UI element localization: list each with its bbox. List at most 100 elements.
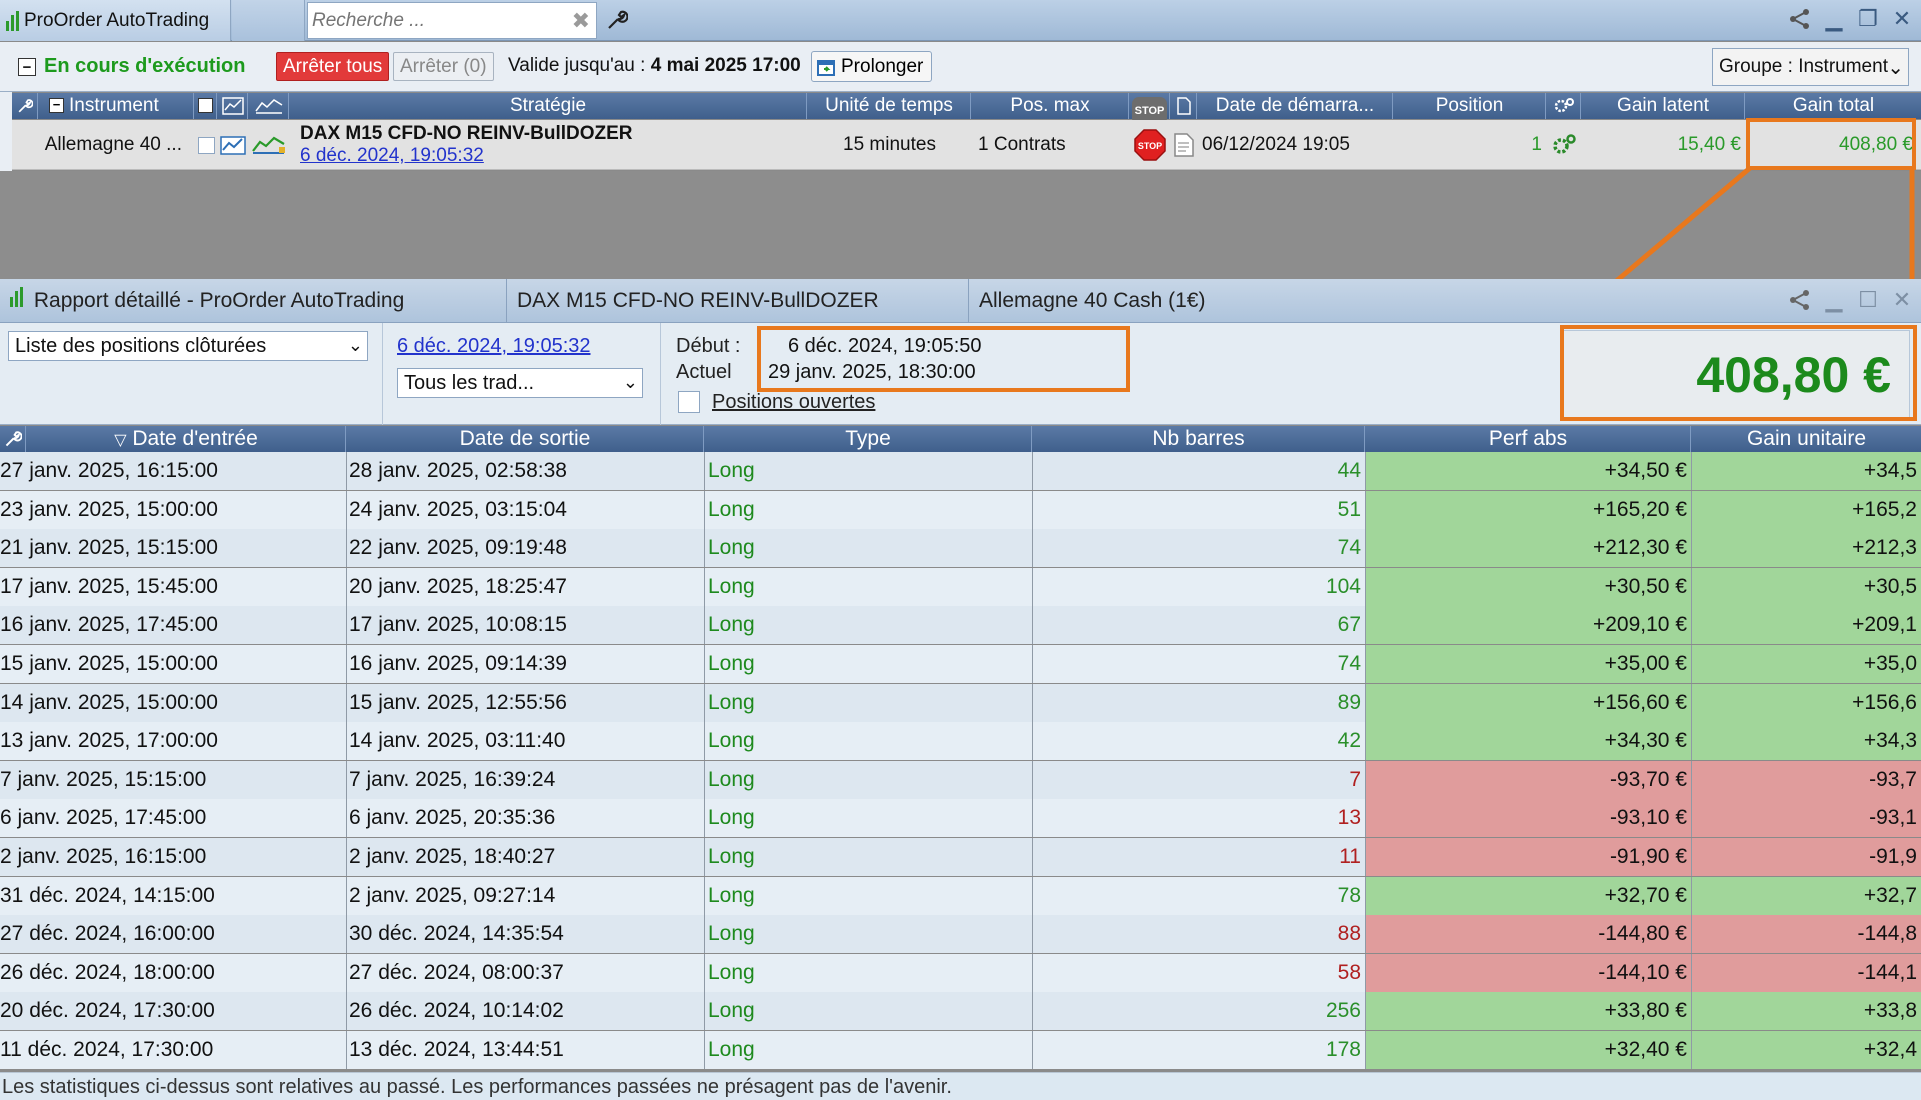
cell-bars: 74: [1337, 652, 1361, 675]
table-row[interactable]: 27 janv. 2025, 16:15:00 28 janv. 2025, 02…: [0, 452, 1921, 490]
table-row[interactable]: 16 janv. 2025, 17:45:00 17 janv. 2025, 10…: [0, 606, 1921, 645]
header-unit-gain[interactable]: Gain unitaire: [1692, 426, 1921, 452]
report-tab-title[interactable]: Rapport détaillé - ProOrder AutoTrading: [0, 279, 507, 323]
cell-type: Long: [708, 536, 755, 560]
range-labels: Début : Actuel: [676, 333, 740, 385]
table-row[interactable]: 31 déc. 2024, 14:15:00 2 janv. 2025, 09:2…: [0, 876, 1921, 915]
cell-exit-date: 24 janv. 2025, 03:15:04: [349, 497, 567, 521]
trades-select[interactable]: Tous les trad... ⌄: [397, 368, 643, 398]
cell-entry-date: 6 janv. 2025, 17:45:00: [0, 806, 207, 830]
cell-type: Long: [708, 960, 755, 984]
column-divider: [346, 915, 347, 954]
cell-unit-gain: +34,3: [1692, 722, 1921, 761]
highlight-box-row-total: [1746, 118, 1916, 170]
cell-exit-date: 2 janv. 2025, 18:40:27: [349, 845, 556, 868]
header-perf-abs[interactable]: Perf abs: [1366, 426, 1691, 452]
column-divider: [1365, 567, 1366, 606]
cell-type: Long: [708, 652, 755, 675]
open-positions-label[interactable]: Positions ouvertes: [712, 391, 875, 414]
table-row[interactable]: 21 janv. 2025, 15:15:00 22 janv. 2025, 09…: [0, 529, 1921, 568]
cell-exit-date: 27 déc. 2024, 08:00:37: [349, 960, 564, 984]
toolbar-divider: [382, 323, 383, 425]
cell-entry-date: 7 janv. 2025, 15:15:00: [0, 767, 207, 791]
column-divider: [1032, 799, 1033, 838]
current-label: Actuel: [676, 361, 732, 383]
column-divider: [1032, 838, 1033, 876]
table-row[interactable]: 20 déc. 2024, 17:30:00 26 déc. 2024, 10:1…: [0, 992, 1921, 1031]
cell-bars: 67: [1337, 613, 1361, 637]
cell-perf-abs: -93,70 €: [1366, 760, 1691, 799]
highlight-box-total: [1560, 325, 1917, 421]
open-positions-checkbox[interactable]: [678, 391, 700, 413]
report-maximize-icon[interactable]: ☐: [1855, 285, 1881, 315]
column-divider: [1691, 722, 1692, 761]
table-row[interactable]: 11 déc. 2024, 17:30:00 13 déc. 2024, 13:4…: [0, 1031, 1921, 1069]
cell-entry-date: 27 déc. 2024, 16:00:00: [0, 922, 215, 946]
positions-list-select[interactable]: Liste des positions clôturées ⌄: [8, 331, 368, 361]
cell-exit-date: 30 déc. 2024, 14:35:54: [349, 922, 564, 946]
table-row[interactable]: 13 janv. 2025, 17:00:00 14 janv. 2025, 03…: [0, 722, 1921, 761]
cell-unit-gain: +32,4: [1692, 1031, 1921, 1069]
column-divider: [704, 606, 705, 645]
column-divider: [1365, 1031, 1366, 1069]
report-logo-icon: [10, 287, 23, 307]
table-row[interactable]: 27 déc. 2024, 16:00:00 30 déc. 2024, 14:3…: [0, 915, 1921, 954]
toolbar-divider: [660, 323, 661, 425]
table-row[interactable]: 26 déc. 2024, 18:00:00 27 déc. 2024, 08:0…: [0, 953, 1921, 992]
table-row[interactable]: 17 janv. 2025, 15:45:00 20 janv. 2025, 18…: [0, 567, 1921, 606]
column-divider: [1032, 490, 1033, 529]
cell-bars: 104: [1325, 574, 1361, 598]
header-entry-date-label: Date d'entrée: [132, 427, 258, 450]
column-divider: [1691, 760, 1692, 799]
column-divider: [1691, 645, 1692, 683]
header-type[interactable]: Type: [705, 426, 1032, 452]
column-divider: [704, 490, 705, 529]
report-share-icon[interactable]: [1787, 285, 1813, 315]
column-divider: [346, 760, 347, 799]
cell-type: Long: [708, 922, 755, 946]
table-row[interactable]: 6 janv. 2025, 17:45:00 6 janv. 2025, 20:3…: [0, 799, 1921, 838]
table-row[interactable]: 14 janv. 2025, 15:00:00 15 janv. 2025, 12…: [0, 683, 1921, 722]
cell-exit-date: 28 janv. 2025, 02:58:38: [349, 459, 567, 482]
column-divider: [346, 953, 347, 992]
cell-perf-abs: +34,30 €: [1366, 722, 1691, 761]
header-entry-date[interactable]: ▽ Date d'entrée: [27, 426, 346, 452]
column-divider: [346, 683, 347, 722]
header-exit-date[interactable]: Date de sortie: [347, 426, 704, 452]
header-bars[interactable]: Nb barres: [1033, 426, 1365, 452]
cell-bars: 58: [1337, 960, 1361, 984]
column-divider: [1691, 683, 1692, 722]
report-minimize-icon[interactable]: ▁: [1821, 285, 1847, 315]
column-divider: [1691, 992, 1692, 1031]
cell-unit-gain: +35,0: [1692, 645, 1921, 683]
cell-type: Long: [708, 845, 755, 868]
cell-perf-abs: -93,10 €: [1366, 799, 1691, 838]
cell-unit-gain: +165,2: [1692, 490, 1921, 529]
cell-unit-gain: -93,7: [1692, 760, 1921, 799]
cell-type: Long: [708, 613, 755, 637]
cell-type: Long: [708, 690, 755, 714]
column-divider: [1032, 645, 1033, 683]
table-row[interactable]: 15 janv. 2025, 15:00:00 16 janv. 2025, 09…: [0, 645, 1921, 683]
column-divider: [346, 1031, 347, 1069]
table-row[interactable]: 7 janv. 2025, 15:15:00 7 janv. 2025, 16:3…: [0, 760, 1921, 799]
column-divider: [1691, 953, 1692, 992]
column-divider: [346, 645, 347, 683]
column-divider: [346, 529, 347, 568]
column-divider: [1691, 838, 1692, 876]
cell-unit-gain: -91,9: [1692, 838, 1921, 876]
column-divider: [704, 683, 705, 722]
report-close-icon[interactable]: ✕: [1889, 285, 1915, 315]
cell-exit-date: 16 janv. 2025, 09:14:39: [349, 652, 567, 675]
cell-perf-abs: +156,60 €: [1366, 683, 1691, 722]
table-row[interactable]: 2 janv. 2025, 16:15:00 2 janv. 2025, 18:4…: [0, 838, 1921, 876]
report-titlebar: Rapport détaillé - ProOrder AutoTrading …: [0, 279, 1921, 323]
cell-unit-gain: -144,8: [1692, 915, 1921, 954]
report-header-wrench-icon[interactable]: [0, 426, 26, 452]
cell-entry-date: 14 janv. 2025, 15:00:00: [0, 690, 218, 714]
report-instrument: Allemagne 40 Cash (1€): [979, 289, 1206, 312]
table-row[interactable]: 23 janv. 2025, 15:00:00 24 janv. 2025, 03…: [0, 490, 1921, 529]
report-date-link[interactable]: 6 déc. 2024, 19:05:32: [397, 335, 591, 358]
cell-entry-date: 16 janv. 2025, 17:45:00: [0, 613, 218, 637]
column-divider: [346, 799, 347, 838]
